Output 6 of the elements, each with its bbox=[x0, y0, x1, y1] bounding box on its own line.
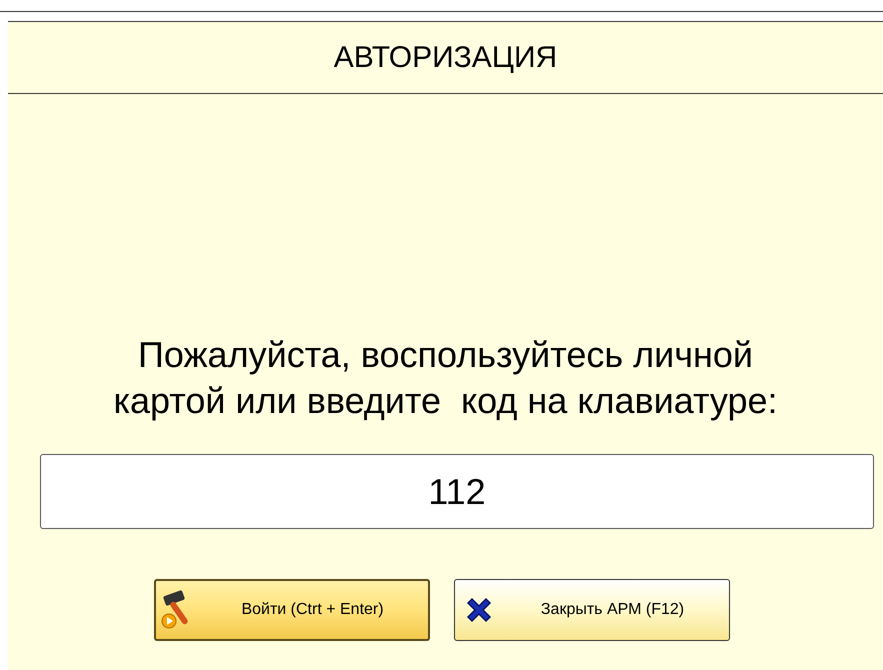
close-button[interactable]: Закрыть АРМ (F12) bbox=[454, 579, 730, 641]
login-button[interactable]: Войти (Ctrt + Enter) bbox=[154, 579, 430, 641]
code-input-field[interactable]: 112 bbox=[40, 454, 874, 529]
prompt-text-line: Пожалуйста, воспользуйтесь личной bbox=[138, 333, 753, 377]
screen-title: АВТОРИЗАЦИЯ bbox=[334, 40, 558, 76]
prompt-text-line: картой или введите код на клавиатуре: bbox=[113, 379, 778, 423]
